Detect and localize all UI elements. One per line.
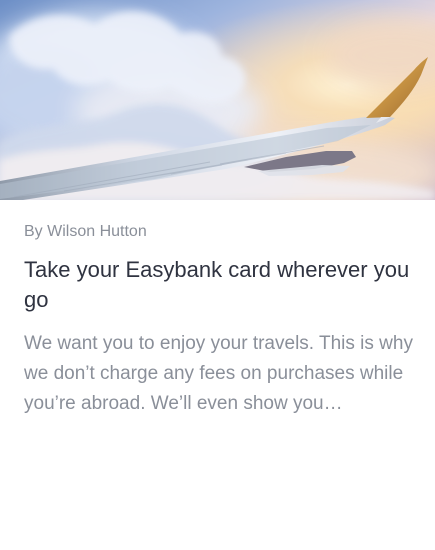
article-excerpt: We want you to enjoy your travels. This … <box>24 333 413 414</box>
article-content: By Wilson Hutton Take your Easybank card… <box>24 222 416 419</box>
article-title[interactable]: Take your Easybank card wherever you go <box>24 255 419 315</box>
article-hero-image <box>0 0 435 200</box>
article-card[interactable]: By Wilson Hutton Take your Easybank card… <box>0 0 435 550</box>
airplane-wing-above-clouds-image <box>0 0 435 200</box>
article-author: By Wilson Hutton <box>24 223 147 240</box>
